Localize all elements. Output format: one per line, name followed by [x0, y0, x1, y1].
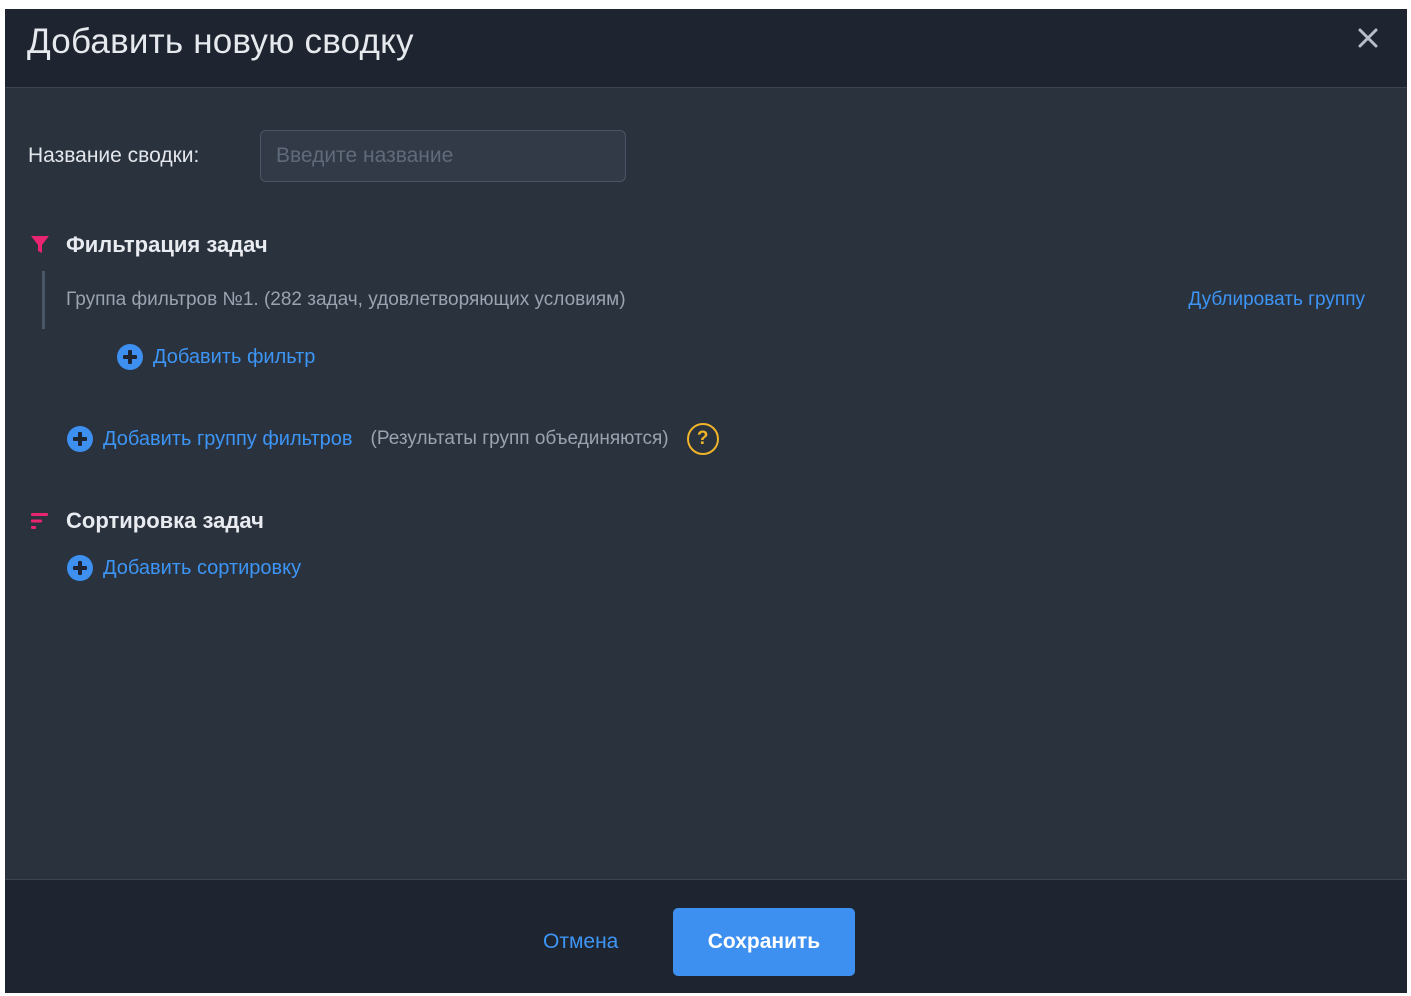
close-icon[interactable]: [1353, 23, 1383, 53]
dialog-footer: Отмена Сохранить: [5, 879, 1407, 993]
summary-name-input[interactable]: [260, 130, 626, 182]
filtering-section-title: Фильтрация задач: [28, 232, 268, 258]
plus-circle-icon: [67, 555, 93, 581]
add-sort-label: Добавить сортировку: [103, 556, 302, 579]
add-filter-label: Добавить фильтр: [153, 345, 316, 368]
cancel-button[interactable]: Отмена: [543, 930, 618, 954]
save-button-label: Сохранить: [707, 930, 821, 953]
add-summary-dialog: Добавить новую сводку Название сводки: Ф…: [5, 9, 1407, 993]
plus-circle-icon: [117, 344, 143, 370]
summary-name-label: Название сводки:: [28, 144, 200, 167]
summary-name-row: Название сводки:: [28, 129, 626, 183]
dialog-title: Добавить новую сводку: [27, 22, 414, 61]
filter-group-label: Группа фильтров №1. (282 задач, удовлетв…: [66, 289, 626, 310]
dialog-header: Добавить новую сводку: [5, 9, 1407, 88]
save-button[interactable]: Сохранить: [673, 908, 855, 976]
duplicate-group-link[interactable]: Дублировать группу: [1188, 289, 1365, 311]
add-filter-button[interactable]: Добавить фильтр: [117, 344, 315, 370]
sort-icon: [28, 509, 52, 533]
add-filter-group-row: Добавить группу фильтров (Результаты гру…: [67, 423, 719, 455]
sorting-section-title: Сортировка задач: [28, 508, 264, 534]
funnel-icon: [28, 233, 52, 257]
question-icon[interactable]: ?: [686, 423, 719, 455]
sorting-title-text: Сортировка задач: [66, 508, 264, 533]
plus-circle-icon[interactable]: [67, 426, 93, 452]
add-sort-button[interactable]: Добавить сортировку: [67, 555, 301, 581]
filtering-title-text: Фильтрация задач: [66, 232, 268, 257]
filter-group-1: Группа фильтров №1. (282 задач, удовлетв…: [42, 271, 1365, 329]
add-filter-group-button[interactable]: Добавить группу фильтров: [103, 428, 353, 451]
group-merge-hint: (Результаты групп объединяются): [370, 428, 669, 449]
